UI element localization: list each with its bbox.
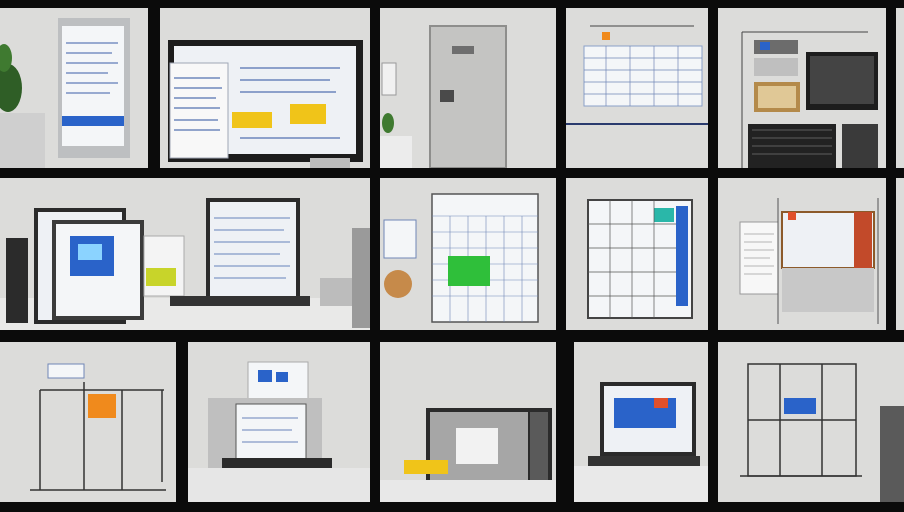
poster-and-easel-scene [718,178,886,330]
monitor-with-document-scene [0,8,148,168]
tile-r2-c2 [380,178,556,330]
wall-chart-scene [566,8,708,168]
tile-r1-c5 [718,8,886,168]
laptop-monitor-scene [574,342,708,502]
wire-frame-stand-scene [718,342,904,502]
framed-grid-board-scene [566,178,708,330]
tile-r2-c3 [566,178,708,330]
tile-r2-c4 [718,178,886,330]
tile-r3-c3 [380,342,556,502]
equipment-shelf-scene [718,8,886,168]
tile-r3-c1 [0,342,176,502]
tile-r1-c2 [160,8,370,168]
sketch-frame-scene [0,342,176,502]
tile-r3-c2 [188,342,370,502]
widescreen-monitor-scene [160,8,370,168]
microwave-appliance-scene [380,342,556,502]
office-desk-with-monitors-scene [0,178,370,330]
tile-r2-c5 [896,178,904,330]
computer-with-keyboard-scene [188,342,370,502]
tile-r1-c3 [380,8,556,168]
tile-r1-c1 [0,8,148,168]
spreadsheet-board-scene [380,178,556,330]
tile-r1-c4 [566,8,708,168]
tile-r2-c1 [0,178,370,330]
tile-r3-c4 [574,342,708,502]
tile-r3-c5 [718,342,904,502]
tile-r1-c6 [896,8,904,168]
door-with-keypad-scene [380,8,556,168]
